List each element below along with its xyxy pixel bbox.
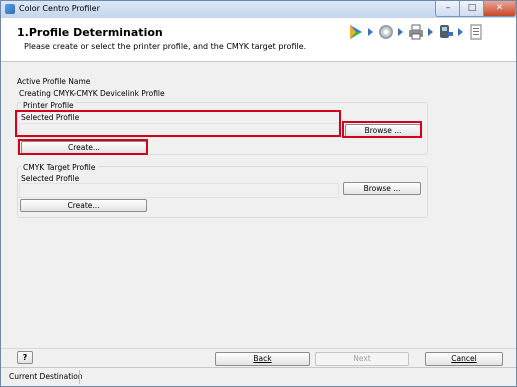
cmyk-create-button[interactable]: Create... <box>20 199 147 212</box>
next-button-label: Next <box>353 354 371 363</box>
close-button[interactable]: ✕ <box>483 1 516 17</box>
step-arrow-icon <box>428 28 433 36</box>
footer-divider <box>1 348 516 349</box>
title-bar[interactable]: Color Centro Profiler – □ ✕ <box>1 1 516 18</box>
status-bar: Current Destination <box>1 367 516 386</box>
step-arrow-icon <box>398 28 403 36</box>
printer-profile-group-label: Printer Profile <box>21 101 76 110</box>
create-button-highlight <box>18 139 148 155</box>
wizard-content: Active Profile Name Creating CMYK-CMYK D… <box>1 62 516 348</box>
page-subtitle: Please create or select the printer prof… <box>24 42 307 51</box>
cmyk-selected-profile-label: Selected Profile <box>21 174 80 183</box>
page-title: 1.Profile Determination <box>17 26 163 39</box>
step-arrow-icon <box>458 28 463 36</box>
cmyk-browse-button[interactable]: Browse ... <box>343 182 421 195</box>
printer-icon <box>409 24 423 40</box>
status-divider <box>79 370 80 384</box>
app-icon <box>5 4 15 14</box>
active-profile-name: Creating CMYK-CMYK Devicelink Profile <box>19 89 165 98</box>
wizard-header: 1.Profile Determination Please create or… <box>1 18 516 62</box>
cmyk-target-profile-group-label: CMYK Target Profile <box>21 163 98 172</box>
back-button[interactable]: Back <box>215 352 310 366</box>
cmyk-selected-profile-field <box>19 183 339 198</box>
step-arrow-icon <box>368 28 373 36</box>
window-title: Color Centro Profiler <box>19 4 100 13</box>
selected-profile-highlight <box>15 110 341 137</box>
cancel-button[interactable]: Cancel <box>425 352 503 366</box>
active-profile-label: Active Profile Name <box>17 77 91 86</box>
back-button-label: Back <box>253 354 272 363</box>
browse-button-highlight <box>342 121 422 138</box>
next-button[interactable]: Next <box>315 352 409 366</box>
minimize-button[interactable]: – <box>435 1 461 17</box>
measure-device-icon <box>440 25 453 38</box>
maximize-button[interactable]: □ <box>459 1 485 17</box>
gear-icon <box>379 25 393 39</box>
cancel-button-label: Cancel <box>451 354 477 363</box>
app-window: Color Centro Profiler – □ ✕ 1.Profile De… <box>0 0 517 387</box>
help-button[interactable]: ? <box>17 351 33 364</box>
play-icon <box>350 25 362 39</box>
current-destination-status: Current Destination <box>9 372 83 381</box>
document-icon <box>470 24 482 40</box>
